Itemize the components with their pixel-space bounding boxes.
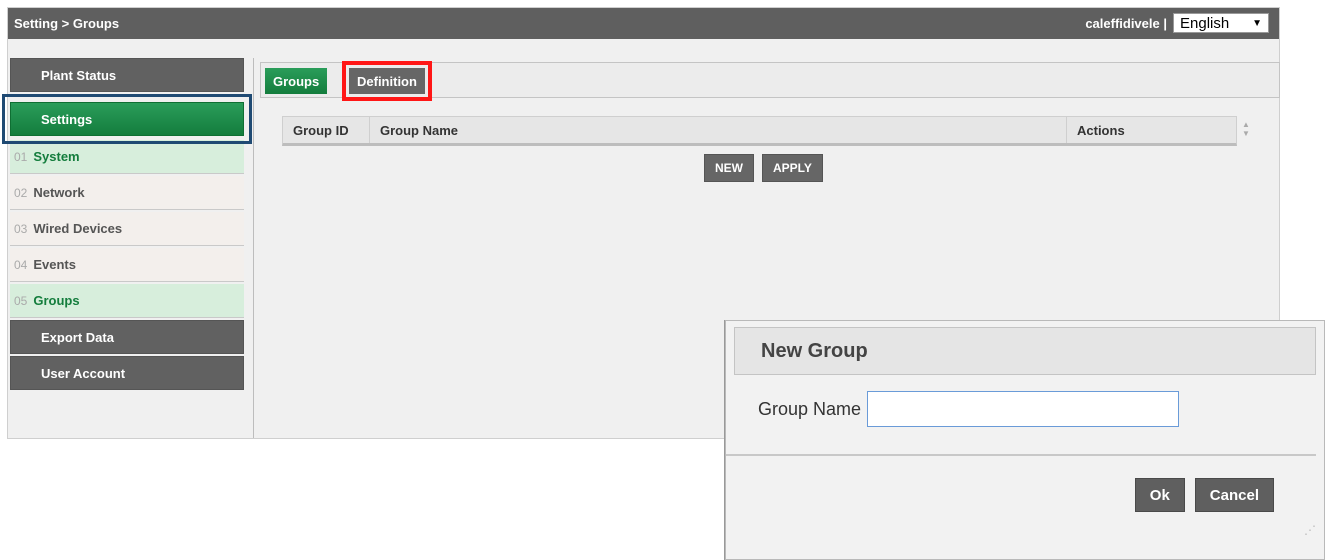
cancel-button[interactable]: Cancel <box>1194 478 1274 512</box>
language-select[interactable]: English ▼ <box>1173 13 1269 33</box>
sidebar-item-label: Wired Devices <box>33 221 123 236</box>
scroll-down-icon[interactable]: ▼ <box>1242 129 1250 138</box>
sidebar-item-label: Groups <box>33 293 80 308</box>
table-scrollbar[interactable]: ▲ ▼ <box>1241 120 1251 148</box>
sidebar-plant-status[interactable]: Plant Status <box>10 58 244 92</box>
sidebar-item-label: System <box>33 149 80 164</box>
tab-definition[interactable]: Definition <box>342 61 432 101</box>
item-number: 02 <box>14 185 28 200</box>
column-header-group-name[interactable]: Group Name <box>370 117 1067 143</box>
sidebar-export-data[interactable]: Export Data <box>10 320 244 354</box>
language-value: English <box>1180 14 1230 32</box>
item-number: 03 <box>14 221 28 236</box>
table-header: Group ID Group Name Actions <box>282 116 1237 146</box>
sidebar: Plant Status Settings 01 System 02 Netwo… <box>2 58 252 392</box>
item-number: 04 <box>14 257 28 272</box>
tab-bar: Groups Definition <box>260 61 1280 101</box>
sidebar-item-label: Events <box>33 257 76 272</box>
sidebar-item-network[interactable]: 02 Network <box>10 176 244 210</box>
sidebar-user-account[interactable]: User Account <box>10 356 244 390</box>
groups-table: Group ID Group Name Actions <box>282 116 1237 146</box>
user-area: caleffidivele | English ▼ <box>1085 13 1269 33</box>
sidebar-item-system[interactable]: 01 System <box>10 140 244 174</box>
breadcrumb: Setting > Groups <box>14 16 120 31</box>
dialog-buttons: Ok Cancel <box>1134 478 1274 512</box>
sidebar-item-events[interactable]: 04 Events <box>10 248 244 282</box>
new-group-dialog: New Group Group Name Ok Cancel ⋰ <box>725 320 1325 560</box>
item-number: 05 <box>14 293 28 308</box>
username-label: caleffidivele | <box>1085 15 1167 31</box>
ok-button[interactable]: Ok <box>1134 478 1185 512</box>
dialog-title[interactable]: New Group <box>734 327 1316 375</box>
column-header-group-id[interactable]: Group ID <box>283 117 370 143</box>
dialog-divider <box>726 454 1316 456</box>
new-button[interactable]: NEW <box>704 154 754 182</box>
chevron-down-icon: ▼ <box>1252 17 1262 29</box>
sidebar-settings[interactable]: Settings <box>2 94 252 144</box>
apply-button[interactable]: APPLY <box>762 154 823 182</box>
tab-groups[interactable]: Groups <box>265 68 328 94</box>
table-actions: NEW APPLY <box>704 154 823 182</box>
resize-handle-icon[interactable]: ⋰ <box>1304 523 1320 539</box>
sidebar-item-groups[interactable]: 05 Groups <box>10 284 244 318</box>
top-bar: Setting > Groups caleffidivele | English… <box>8 8 1279 39</box>
item-number: 01 <box>14 149 28 164</box>
dialog-body: Group Name <box>758 391 1180 427</box>
group-name-label: Group Name <box>758 398 862 419</box>
scroll-up-icon[interactable]: ▲ <box>1242 120 1250 129</box>
column-header-actions[interactable]: Actions <box>1067 117 1236 143</box>
group-name-input[interactable] <box>867 391 1180 427</box>
sidebar-item-label: Network <box>33 185 85 200</box>
sidebar-item-wired-devices[interactable]: 03 Wired Devices <box>10 212 244 246</box>
